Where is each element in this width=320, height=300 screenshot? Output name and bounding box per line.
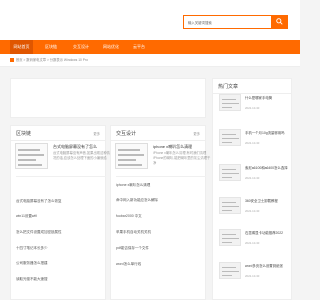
article-thumbnail — [115, 143, 148, 169]
nav-item-seo[interactable]: 网站优化 — [99, 40, 123, 54]
more-link[interactable]: 更多 — [93, 131, 100, 136]
more-link[interactable]: 更多 — [193, 131, 200, 136]
article-content-box — [10, 78, 206, 118]
hot-article-date: 2022-10-30 — [245, 106, 260, 110]
list-item[interactable]: iphone x喇叭怎么清理 — [116, 183, 206, 188]
featured-article-title: 台式电脑屏幕没有了怎么 — [53, 144, 97, 149]
article-thumbnail — [219, 262, 241, 279]
hot-article-title: word多页怎么设置到纸张 — [245, 264, 283, 268]
category-interaction-design-panel: 交互设计 更多 iphone x喇叭怎么清理 iPhone x喇叭怎么清理,有时… — [110, 125, 210, 300]
hot-article-title: 石墨烯显卡功能推荐2022 — [245, 231, 284, 235]
article-thumbnail — [219, 94, 241, 111]
nav-item-blockchain[interactable]: 区块链 — [40, 40, 62, 54]
list-item[interactable]: 读取光驱不能大速搜 — [16, 277, 106, 282]
article-thumbnail — [219, 229, 241, 246]
list-item[interactable]: foobar2000 中文 — [116, 214, 206, 219]
article-thumbnail — [15, 143, 48, 169]
article-thumbnail — [219, 164, 241, 181]
hot-article-title: 什么是哪家手电筒 — [245, 96, 273, 100]
list-item[interactable]: 台式电脑屏幕没有了怎么恢复 — [16, 199, 106, 204]
category-title: 区块链 更多 — [11, 126, 105, 141]
search-button[interactable] — [271, 15, 288, 29]
list-item[interactable]: win11设置wifi — [16, 214, 106, 219]
hot-articles-title: 热门文章 — [213, 79, 291, 94]
nav-item-interaction-design[interactable]: 交互设计 — [69, 40, 93, 54]
hot-article-title: 手机一个月10g流量够用吗 — [245, 131, 285, 135]
home-icon[interactable] — [10, 57, 14, 62]
featured-article[interactable]: iphone x喇叭怎么清理 iPhone x喇叭怎么清理,有时我们清理iPho… — [115, 143, 210, 173]
hot-article-date: 2022-10-30 — [245, 274, 260, 278]
category-title-text: 区块链 — [16, 131, 32, 137]
search-input[interactable]: 输入关键词搜索 — [183, 15, 273, 29]
featured-article[interactable]: 台式电脑屏幕没有了怎么 台式电脑屏幕没有声音,如果出现这种情况的话,应该怎么处理… — [15, 143, 110, 173]
featured-article-title: iphone x喇叭怎么清理 — [153, 144, 193, 149]
list-item[interactable]: 公司服务器怎么搭建 — [16, 261, 106, 266]
nav-item-cloud[interactable]: 云平台 — [129, 40, 149, 54]
hot-article-item[interactable]: 360安全卫士卸载教程 2022-10-30 — [219, 197, 291, 217]
list-item[interactable]: pdf能否保存一个文件 — [116, 246, 206, 251]
hot-article-item[interactable]: 什么是哪家手电筒 2022-10-30 — [219, 94, 291, 114]
list-item[interactable]: 苹果手机自动关机关机 — [116, 230, 206, 235]
list-item[interactable]: 十四寸笔记本长多少 — [16, 246, 106, 251]
hot-article-title: 360安全卫士卸载教程 — [245, 199, 278, 203]
main-nav: 网站首页 区块链 交互设计 网站优化 云平台 — [0, 40, 300, 54]
hot-article-item[interactable]: word多页怎么设置到纸张 2022-10-30 — [219, 262, 291, 282]
list-item[interactable]: 怎么把文件设置成加密锁属性 — [16, 230, 106, 235]
article-thumbnail — [219, 197, 241, 214]
hot-article-date: 2022-10-30 — [245, 241, 260, 245]
hot-article-date: 2022-10-30 — [245, 176, 260, 180]
hot-article-date: 2022-10-30 — [245, 141, 260, 145]
hot-article-date: 2022-10-30 — [245, 209, 260, 213]
hot-article-title: 索尼a6100和a6400怎么选择 — [245, 166, 288, 170]
breadcrumb: 首页 > 数码家电文章 > 分数表示 Windows 10 Pro — [0, 54, 300, 67]
article-thumbnail — [219, 129, 241, 146]
category-title-text: 交互设计 — [116, 131, 137, 137]
featured-article-desc: iPhone x喇叭怎么清理,有时我们清理iPhone的喇叭,能把喇叭里的灰尘清… — [153, 151, 211, 165]
category-title: 交互设计 更多 — [111, 126, 205, 141]
nav-item-home[interactable]: 网站首页 — [10, 40, 33, 54]
category-blockchain-panel: 区块链 更多 台式电脑屏幕没有了怎么 台式电脑屏幕没有声音,如果出现这种情况的话… — [10, 125, 110, 300]
hot-articles-panel: 热门文章 什么是哪家手电筒 2022-10-30 手机一个月10g流量够用吗 2… — [212, 78, 292, 300]
hot-article-item[interactable]: 索尼a6100和a6400怎么选择 2022-10-30 — [219, 164, 291, 184]
list-item[interactable]: word怎么单行线 — [116, 262, 206, 267]
list-item[interactable]: 命中网入新功能应怎么解除 — [116, 198, 206, 203]
search-icon — [276, 18, 283, 25]
hot-article-item[interactable]: 石墨烯显卡功能推荐2022 2022-10-30 — [219, 229, 291, 249]
featured-article-desc: 台式电脑屏幕没有声音,如果出现这种情况的话,应该怎么处理下面的小编就给 — [53, 151, 110, 160]
hot-article-item[interactable]: 手机一个月10g流量够用吗 2022-10-30 — [219, 129, 291, 149]
breadcrumb-text: 首页 > 数码家电文章 > 分数表示 Windows 10 Pro — [15, 58, 88, 62]
